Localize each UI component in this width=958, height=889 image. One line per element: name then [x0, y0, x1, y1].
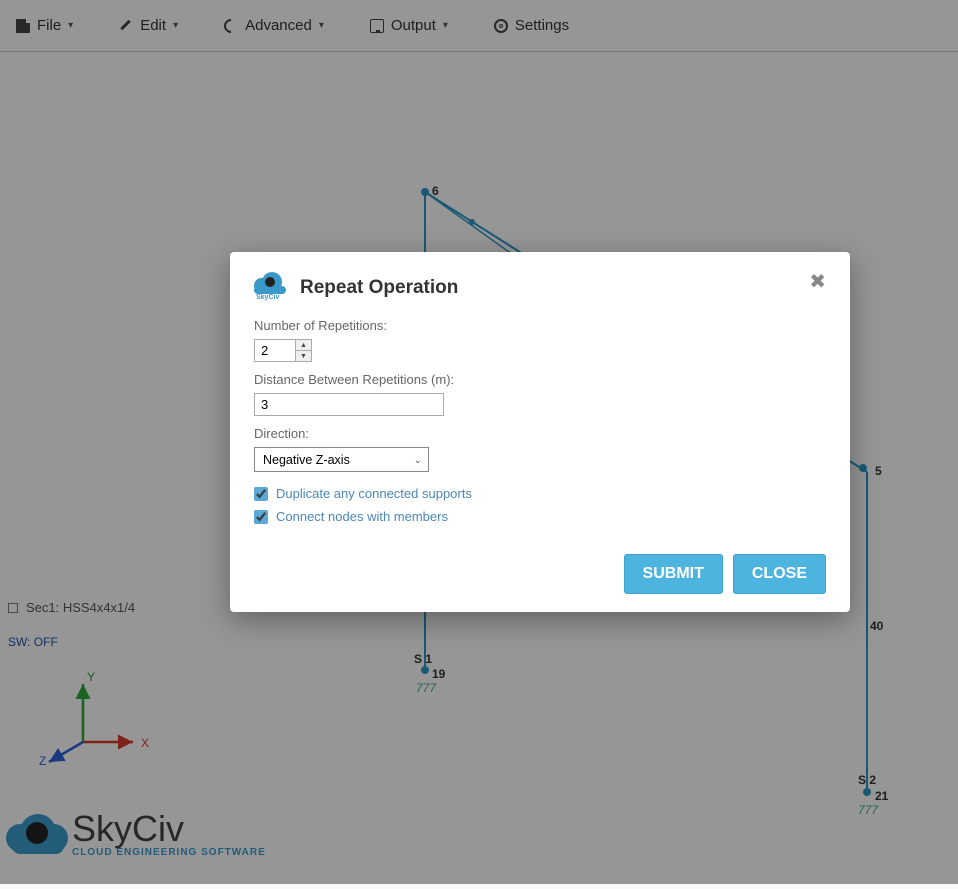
connect-nodes-label: Connect nodes with members	[276, 509, 448, 524]
close-icon[interactable]: ✖	[809, 272, 826, 292]
repeat-operation-dialog: SkyCiv Repeat Operation ✖ Number of Repe…	[230, 252, 850, 612]
distance-input[interactable]	[254, 393, 444, 416]
num-repetitions-label: Number of Repetitions:	[254, 318, 826, 333]
connect-nodes-checkbox[interactable]	[254, 510, 268, 524]
stepper-up-icon[interactable]: ▲	[296, 340, 311, 351]
distance-label: Distance Between Repetitions (m):	[254, 372, 826, 387]
direction-label: Direction:	[254, 426, 826, 441]
direction-select[interactable]	[254, 447, 429, 472]
duplicate-supports-checkbox[interactable]	[254, 487, 268, 501]
close-button[interactable]: CLOSE	[733, 554, 826, 594]
dialog-title: Repeat Operation	[300, 277, 458, 299]
duplicate-supports-label: Duplicate any connected supports	[276, 486, 472, 501]
stepper-down-icon[interactable]: ▼	[296, 351, 311, 361]
skyciv-logo-icon: SkyCiv	[254, 272, 286, 304]
submit-button[interactable]: SUBMIT	[624, 554, 723, 594]
num-repetitions-stepper[interactable]: ▲ ▼	[295, 340, 311, 361]
